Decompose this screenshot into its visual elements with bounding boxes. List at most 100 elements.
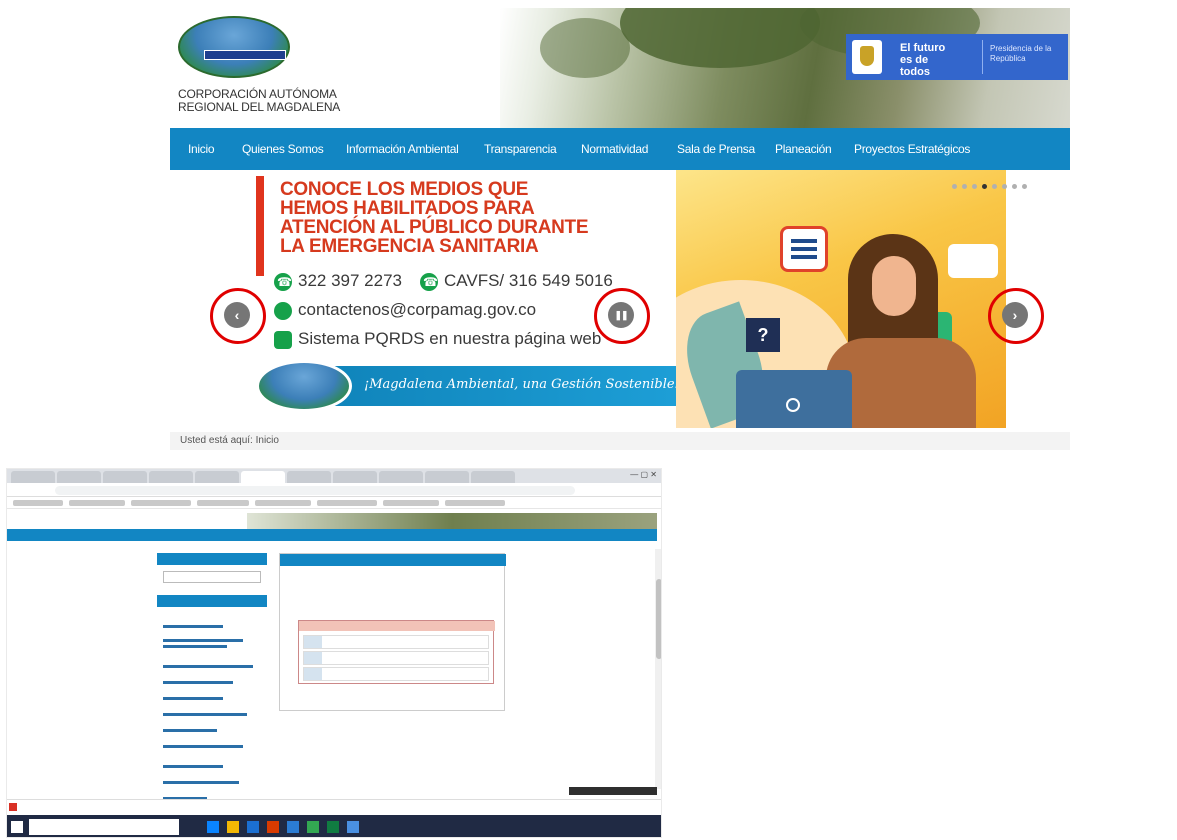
nav-item-proyectos-estrategicos[interactable]: Proyectos Estratégicos	[854, 142, 970, 156]
highlight-circle	[988, 288, 1044, 344]
slide-indicator[interactable]	[972, 184, 977, 189]
taskbar-app-icon[interactable]	[207, 821, 219, 833]
browser-tab[interactable]	[379, 471, 423, 483]
browser-tab[interactable]	[425, 471, 469, 483]
table-row[interactable]	[303, 651, 489, 665]
slide-indicator[interactable]	[992, 184, 997, 189]
windows-start-icon[interactable]	[11, 821, 23, 833]
table-row[interactable]	[303, 635, 489, 649]
site-header: CORPORACIÓN AUTÓNOMA REGIONAL DEL MAGDAL…	[170, 8, 1070, 128]
taskbar-app-icon[interactable]	[347, 821, 359, 833]
browser-tab-active[interactable]	[241, 471, 285, 483]
taskbar	[7, 815, 661, 837]
banner-illustration: ?	[676, 170, 1006, 428]
whatsapp-icon	[274, 273, 292, 291]
bookmark-item[interactable]	[69, 500, 125, 506]
taskbar-search[interactable]	[29, 819, 179, 835]
bookmark-item[interactable]	[131, 500, 191, 506]
bookmark-item[interactable]	[383, 500, 439, 506]
whatsapp-icon	[420, 273, 438, 291]
highlight-circle	[210, 288, 266, 344]
bookmark-item[interactable]	[13, 500, 63, 506]
browser-tab[interactable]	[333, 471, 377, 483]
taskbar-app-icon[interactable]	[247, 821, 259, 833]
sidebar-link[interactable]	[163, 645, 227, 648]
nav-item-inicio[interactable]: Inicio	[188, 142, 215, 156]
chat-bubble-icon	[948, 244, 998, 278]
slide-indicator[interactable]	[1022, 184, 1027, 189]
gov-logo[interactable]: El futuro es de todos Presidencia de la …	[846, 34, 1068, 80]
search-input[interactable]	[163, 571, 261, 583]
sidebar-heading	[157, 595, 267, 607]
phone-number-1: 322 397 2273	[298, 271, 402, 290]
sidebar-link[interactable]	[163, 729, 217, 732]
sidebar-link[interactable]	[163, 781, 239, 784]
taskbar-app-icon[interactable]	[267, 821, 279, 833]
slogan-text: ¡Magdalena Ambiental, una Gestión Sosten…	[364, 377, 680, 392]
nav-item-informacion-ambiental[interactable]: Información Ambiental	[346, 142, 459, 156]
bookmark-item[interactable]	[255, 500, 311, 506]
pqrds-text: Sistema PQRDS en nuestra página web	[298, 329, 602, 348]
taskbar-app-icon[interactable]	[287, 821, 299, 833]
browser-tab[interactable]	[471, 471, 515, 483]
bookmark-item[interactable]	[317, 500, 377, 506]
envelope-icon	[780, 226, 828, 272]
highlight-circle	[594, 288, 650, 344]
sidebar-link[interactable]	[163, 697, 223, 700]
slide-indicator[interactable]	[1002, 184, 1007, 189]
bookmark-item[interactable]	[445, 500, 505, 506]
browser-tab[interactable]	[287, 471, 331, 483]
banner-carousel: CONOCE LOS MEDIOS QUE HEMOS HABILITADOS …	[170, 170, 1070, 428]
gov-slogan: El futuro es de todos	[900, 42, 946, 78]
sidebar-link[interactable]	[163, 625, 223, 628]
sidebar-link[interactable]	[163, 639, 243, 642]
contact-email: contactenos@corpamag.gov.co	[298, 300, 537, 319]
nav-item-sala-de-prensa[interactable]: Sala de Prensa	[677, 142, 755, 156]
url-input[interactable]	[55, 486, 575, 495]
sidebar-heading	[157, 553, 267, 565]
browser-tab[interactable]	[103, 471, 147, 483]
taskbar-app-icon[interactable]	[227, 821, 239, 833]
browser-tab[interactable]	[149, 471, 193, 483]
taskbar-app-icon[interactable]	[327, 821, 339, 833]
table-row[interactable]	[303, 667, 489, 681]
gov-presidency: Presidencia de la República	[990, 44, 1052, 63]
sidebar-link[interactable]	[163, 765, 223, 768]
org-name-line2: REGIONAL DEL MAGDALENA	[178, 100, 341, 114]
slogan-bar: ¡Magdalena Ambiental, una Gestión Sosten…	[256, 360, 700, 412]
question-icon: ?	[746, 318, 780, 352]
header-photo	[247, 513, 657, 529]
slide-indicator[interactable]	[952, 184, 957, 189]
sidebar-link[interactable]	[163, 681, 233, 684]
slide-indicator-active[interactable]	[982, 184, 987, 189]
page-scrollbar[interactable]	[655, 549, 661, 789]
nav-item-normatividad[interactable]: Normatividad	[581, 142, 648, 156]
corpamag-logo[interactable]	[178, 16, 290, 78]
main-nav	[7, 529, 657, 541]
slide-indicator[interactable]	[1012, 184, 1017, 189]
nav-item-planeacion[interactable]: Planeación	[775, 142, 832, 156]
window-controls[interactable]: — ▢ ✕	[630, 470, 657, 479]
browser-tab[interactable]	[57, 471, 101, 483]
bookmark-item[interactable]	[197, 500, 249, 506]
slide-indicator[interactable]	[962, 184, 967, 189]
taskbar-app-icon[interactable]	[307, 821, 319, 833]
phone-number-2: CAVFS/ 316 549 5016	[444, 271, 613, 290]
banner-headline-line3: ATENCIÓN AL PÚBLICO DURANTE	[280, 217, 589, 238]
browser-tab[interactable]	[11, 471, 55, 483]
nav-item-transparencia[interactable]: Transparencia	[484, 142, 557, 156]
pdf-icon	[9, 803, 17, 811]
laptop-icon	[274, 331, 292, 349]
nav-item-quienes-somos[interactable]: Quienes Somos	[242, 142, 324, 156]
banner-headline-line1: CONOCE LOS MEDIOS QUE	[280, 179, 529, 200]
address-bar	[7, 483, 661, 497]
breadcrumb: Usted está aquí: Inicio	[170, 432, 1070, 450]
events-table-header	[299, 621, 495, 631]
sidebar-link[interactable]	[163, 665, 253, 668]
website-screenshot: CORPORACIÓN AUTÓNOMA REGIONAL DEL MAGDAL…	[170, 8, 1070, 450]
sidebar-link[interactable]	[163, 745, 243, 748]
browser-tab[interactable]	[195, 471, 239, 483]
breadcrumb-text: Usted está aquí: Inicio	[180, 435, 279, 446]
sidebar-link[interactable]	[163, 713, 247, 716]
calendar-panel	[279, 553, 506, 711]
